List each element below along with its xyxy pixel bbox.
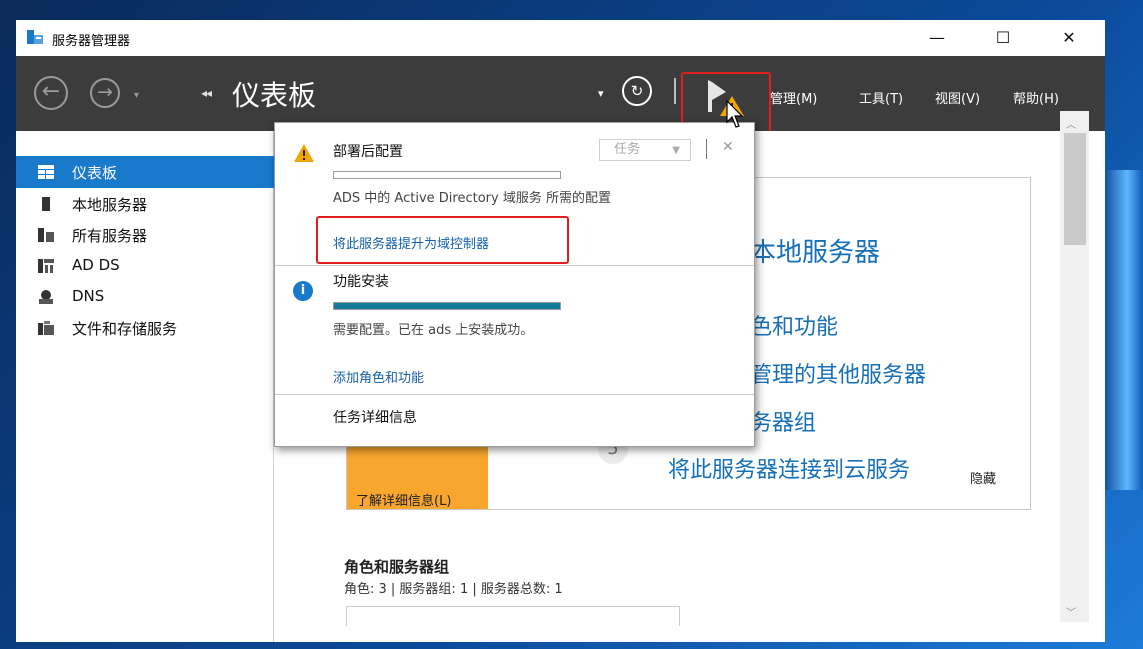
menu-help[interactable]: 帮助(H) xyxy=(1013,88,1059,107)
all-servers-icon xyxy=(38,228,54,242)
info-icon: i xyxy=(293,281,313,301)
sidebar: 仪表板 本地服务器 所有服务器 AD DS DNS 文件和存储服务 xyxy=(16,131,274,642)
toolbar-divider xyxy=(674,78,676,104)
separator xyxy=(275,265,754,266)
chevron-down-icon: ▼ xyxy=(672,145,680,156)
page-title: 仪表板 xyxy=(232,79,317,112)
popup-divider xyxy=(706,139,707,159)
sidebar-item-label: 本地服务器 xyxy=(72,196,148,214)
menu-view[interactable]: 视图(V) xyxy=(935,88,980,107)
sidebar-item-adds[interactable]: AD DS xyxy=(16,250,274,282)
roles-summary: 角色: 3 | 服务器组: 1 | 服务器总数: 1 xyxy=(344,582,563,597)
local-server-icon xyxy=(42,197,50,211)
back-button[interactable]: ← xyxy=(34,76,68,110)
adds-icon xyxy=(38,259,54,273)
sidebar-item-label: DNS xyxy=(72,287,105,305)
window-title: 服务器管理器 xyxy=(52,34,131,49)
menu-manage[interactable]: 管理(M) xyxy=(770,88,817,107)
sidebar-item-dashboard[interactable]: 仪表板 xyxy=(16,156,274,188)
title-bar: 服务器管理器 — ☐ ✕ xyxy=(16,20,1105,56)
desktop-background xyxy=(1103,170,1143,490)
mouse-cursor-icon xyxy=(726,100,744,128)
progress-bar xyxy=(333,171,561,179)
dns-icon xyxy=(39,290,53,304)
refresh-button[interactable]: ↻ xyxy=(622,76,652,106)
role-tile xyxy=(346,606,680,626)
minimize-button[interactable]: — xyxy=(915,24,959,52)
step-configure-local-server[interactable]: 本地服务器 xyxy=(750,232,880,269)
add-roles-features-link[interactable]: 添加角色和功能 xyxy=(333,367,424,386)
close-button[interactable]: ✕ xyxy=(1047,24,1091,52)
sidebar-item-dns[interactable]: DNS xyxy=(16,281,274,313)
notification-description: 需要配置。已在 ads 上安装成功。 xyxy=(333,323,534,338)
sidebar-item-file-storage[interactable]: 文件和存储服务 xyxy=(16,312,274,344)
learn-more-link[interactable]: 了解详细信息(L) xyxy=(356,490,451,509)
step-create-server-group[interactable]: 务器组 xyxy=(750,405,816,437)
hide-link[interactable]: 隐藏 xyxy=(970,468,996,487)
progress-bar xyxy=(333,302,561,310)
menu-tools[interactable]: 工具(T) xyxy=(859,88,903,107)
toolbar: ← → ▾ ◂◂ 仪表板 ▾ ↻ 管理(M) 工具(T) 视图(V) 帮助(H) xyxy=(16,56,1105,150)
maximize-button[interactable]: ☐ xyxy=(981,24,1025,52)
notification-description: ADS 中的 Active Directory 域服务 所需的配置 xyxy=(333,191,611,206)
sidebar-item-all-servers[interactable]: 所有服务器 xyxy=(16,219,274,251)
notifications-popup: 部署后配置 任务 ▼ ✕ ADS 中的 Active Directory 域服务… xyxy=(274,122,755,447)
title-dropdown-icon[interactable]: ▾ xyxy=(598,87,604,100)
warning-icon xyxy=(294,144,314,162)
step-connect-cloud[interactable]: 将此服务器连接到云服务 xyxy=(668,452,910,484)
notification-title: 部署后配置 xyxy=(333,144,403,160)
scroll-up-icon[interactable]: ︿ xyxy=(1066,116,1076,131)
step-add-roles[interactable]: 色和功能 xyxy=(750,309,838,341)
roles-section-title: 角色和服务器组 xyxy=(344,558,450,576)
sidebar-item-label: 所有服务器 xyxy=(72,227,148,245)
file-storage-icon xyxy=(38,321,54,335)
sidebar-item-label: 仪表板 xyxy=(72,164,118,182)
sidebar-item-label: 文件和存储服务 xyxy=(72,320,178,338)
highlight-box-promote xyxy=(316,216,569,264)
sidebar-item-label: AD DS xyxy=(72,256,120,274)
forward-button[interactable]: → xyxy=(90,78,120,108)
step-add-servers[interactable]: 管理的其他服务器 xyxy=(750,357,926,389)
sidebar-item-local-server[interactable]: 本地服务器 xyxy=(16,188,274,220)
task-dropdown[interactable]: 任务 ▼ xyxy=(599,139,691,161)
history-dropdown-icon[interactable]: ▾ xyxy=(134,90,139,101)
dashboard-icon xyxy=(38,165,54,179)
scrollbar-thumb[interactable] xyxy=(1064,133,1086,245)
close-icon[interactable]: ✕ xyxy=(722,139,734,155)
task-dropdown-label: 任务 xyxy=(614,142,641,157)
task-details-link[interactable]: 任务详细信息 xyxy=(333,407,417,427)
notification-title: 功能安装 xyxy=(333,274,389,290)
server-manager-app-icon xyxy=(27,30,43,44)
separator xyxy=(275,394,754,395)
scroll-down-icon[interactable]: ﹀ xyxy=(1066,604,1076,619)
breadcrumb-arrows-icon: ◂◂ xyxy=(201,86,212,100)
